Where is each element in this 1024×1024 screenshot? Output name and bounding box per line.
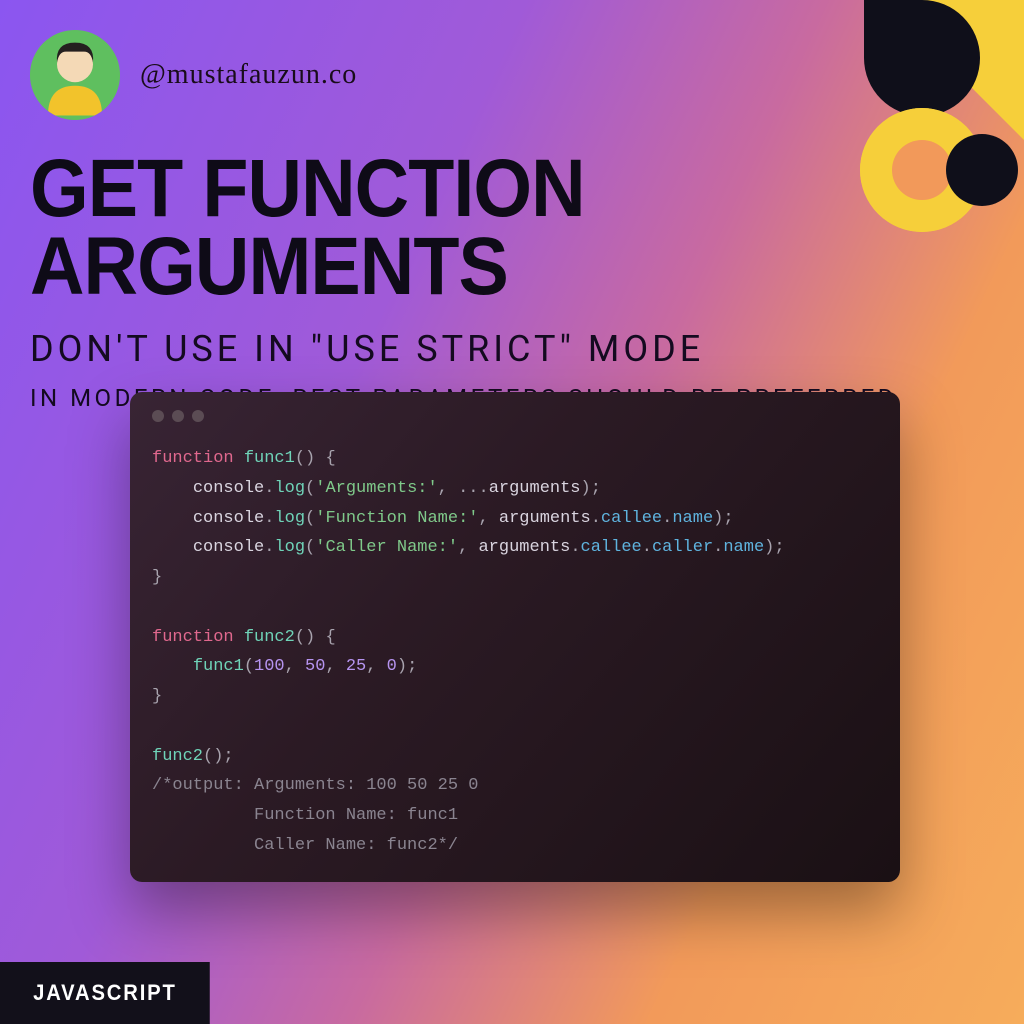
page-title: GET FUNCTION ARGUMENTS	[30, 150, 917, 306]
title-block: GET FUNCTION ARGUMENTS DON'T USE IN "USE…	[30, 150, 994, 412]
window-dot	[172, 410, 184, 422]
author-handle: @mustafauzun.co	[140, 59, 357, 91]
window-controls	[152, 410, 878, 422]
language-tag: JAVASCRIPT	[0, 962, 210, 1024]
subtitle: DON'T USE IN "USE STRICT" MODE	[30, 328, 994, 370]
author-header: @mustafauzun.co	[30, 30, 357, 120]
avatar	[30, 30, 120, 120]
window-dot	[152, 410, 164, 422]
code-block: function func1() { console.log('Argument…	[152, 444, 878, 861]
window-dot	[192, 410, 204, 422]
code-window: function func1() { console.log('Argument…	[130, 392, 900, 882]
